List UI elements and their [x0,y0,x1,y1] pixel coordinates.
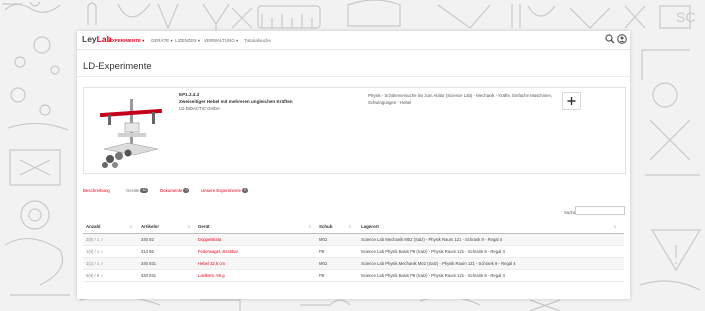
cell-device-link[interactable]: Doppelskala [198,237,221,242]
add-experiment-button[interactable] [562,92,581,110]
user-circle-icon[interactable] [617,34,627,44]
cell-lagerort: Science Lab Physik Mechanik M02 (Satz) -… [361,261,516,266]
cell-schub: P8 [319,249,325,254]
sort-icon[interactable]: ⇅ [348,224,351,229]
cell-qty: 1(0) / 1✓ [86,249,104,254]
sort-icon[interactable]: ⇅ [129,224,132,229]
col-artikelnr[interactable]: Artikelnr [141,224,159,229]
cell-schub: M02 [319,237,328,242]
sort-icon[interactable]: ⇅ [613,224,616,229]
experiment-card: EP1.2.4.3 Zweiseitiger Hebel mit mehrere… [83,87,626,174]
tab-unsere-experimente[interactable]: Unsere Experimente 0 [201,188,249,194]
cell-lagerort: Science Lab Physik Basis P8 (Satz) - Phy… [361,249,505,254]
qty-value: 1(0) / 1 [86,249,100,254]
navbar: LeyLab EXPERIMENTE ▾ GERÄTE ▾ LIZENZEN ▾… [77,31,630,50]
sort-icon[interactable]: ⇅ [187,224,190,229]
nav-geraete[interactable]: GERÄTE ▾ [151,38,173,44]
cell-schub: P8 [319,273,325,278]
cell-lagerort: Science Lab Physik Basis P8 (Satz) - Phy… [361,273,505,278]
bg-text-sc: SC [676,9,695,25]
cell-lagerort: Science Lab Mechanik M02 (Satz) - Physik… [361,237,503,242]
app-window: LeyLab EXPERIMENTE ▾ GERÄTE ▾ LIZENZEN ▾… [77,31,630,299]
tab-label: Beschreibung [83,188,110,193]
qty-value: 2(0) / 1 [86,237,100,242]
cell-device-link[interactable]: Federwagel, steckbar [198,249,238,254]
page-title: LD-Experimente [83,61,152,72]
cell-qty: 6(0) / 6✓ [86,273,104,278]
check-icon: ✓ [100,261,104,266]
sort-icon[interactable]: ⇅ [308,224,311,229]
nav-verwaltung[interactable]: VERWALTUNG ▾ [204,38,238,44]
lever-apparatus-image [99,99,163,168]
experiment-title: Zweiseitiger Hebel mit mehreren ungleich… [179,99,293,104]
tab-beschreibung[interactable]: Beschreibung [83,188,110,193]
check-icon: ✓ [100,249,104,254]
tab-label: Unsere Experimente [201,188,242,193]
brand-ley: Ley [82,34,97,44]
category-path: Physik - Schülerversuche bis zum Abitur … [368,93,553,105]
title-divider [77,76,630,77]
nav-experimente[interactable]: EXPERIMENTE ▾ [109,38,144,44]
cell-article: 340 82 [141,237,154,242]
tab-label: Geräte [126,188,140,193]
cell-device-link[interactable]: Lastkörn, 50 g [198,273,225,278]
nav-lizenzen[interactable]: LIZENZEN ▾ [175,38,200,44]
count-badge: 0 [242,188,249,194]
publisher: LD DIDACTIC GmbH [179,106,220,111]
cell-article: 314 56 [141,249,154,254]
col-schub[interactable]: Schub [319,224,332,229]
cell-qty: 1(1) / 1✓ [86,261,104,266]
table-row: 6(0) / 6✓ 340 831 Lastkörn, 50 g P8 Scie… [83,270,624,282]
tab-dokumente[interactable]: Dokumente 0 [160,188,190,194]
qty-value: 6(0) / 6 [86,273,100,278]
table-search-input[interactable] [575,206,625,215]
table-row: 2(0) / 1✓ 340 82 Doppelskala M02 Science… [83,234,624,246]
table-header: Anzahl ⇅ Artikelnr ⇅ Gerät ⇅ Schub ⇅ Lag… [83,220,624,234]
cell-article: 340 831 [141,261,157,266]
cell-schub: M02 [319,261,328,266]
col-anzahl[interactable]: Anzahl [86,224,100,229]
check-icon: ✓ [100,237,104,242]
col-geraet[interactable]: Gerät [198,224,209,229]
cell-device-link[interactable]: Hebel 32,5 cm [198,261,225,266]
nav-tutorialsuche[interactable]: Tutorialsuche [244,38,271,43]
table-row: 1(1) / 1✓ 340 831 Hebel 32,5 cm M02 Scie… [83,258,624,270]
check-icon: ✓ [100,273,104,278]
qty-value: 1(1) / 1 [86,261,100,266]
plus-icon [567,97,576,105]
count-badge: 0 [183,188,190,194]
tab-label: Dokumente [160,188,183,193]
article-number: EP1.2.4.3 [179,92,200,97]
search-icon[interactable] [605,34,615,44]
col-lagerort[interactable]: Lagerort [361,224,379,229]
brand-logo[interactable]: LeyLab [82,34,112,44]
tab-geraete[interactable]: Geräte 12 [126,188,149,194]
cell-qty: 2(0) / 1✓ [86,237,104,242]
cell-article: 340 831 [141,273,157,278]
count-badge: 12 [140,188,149,194]
table-row: 1(0) / 1✓ 314 56 Federwagel, steckbar P8… [83,246,624,258]
